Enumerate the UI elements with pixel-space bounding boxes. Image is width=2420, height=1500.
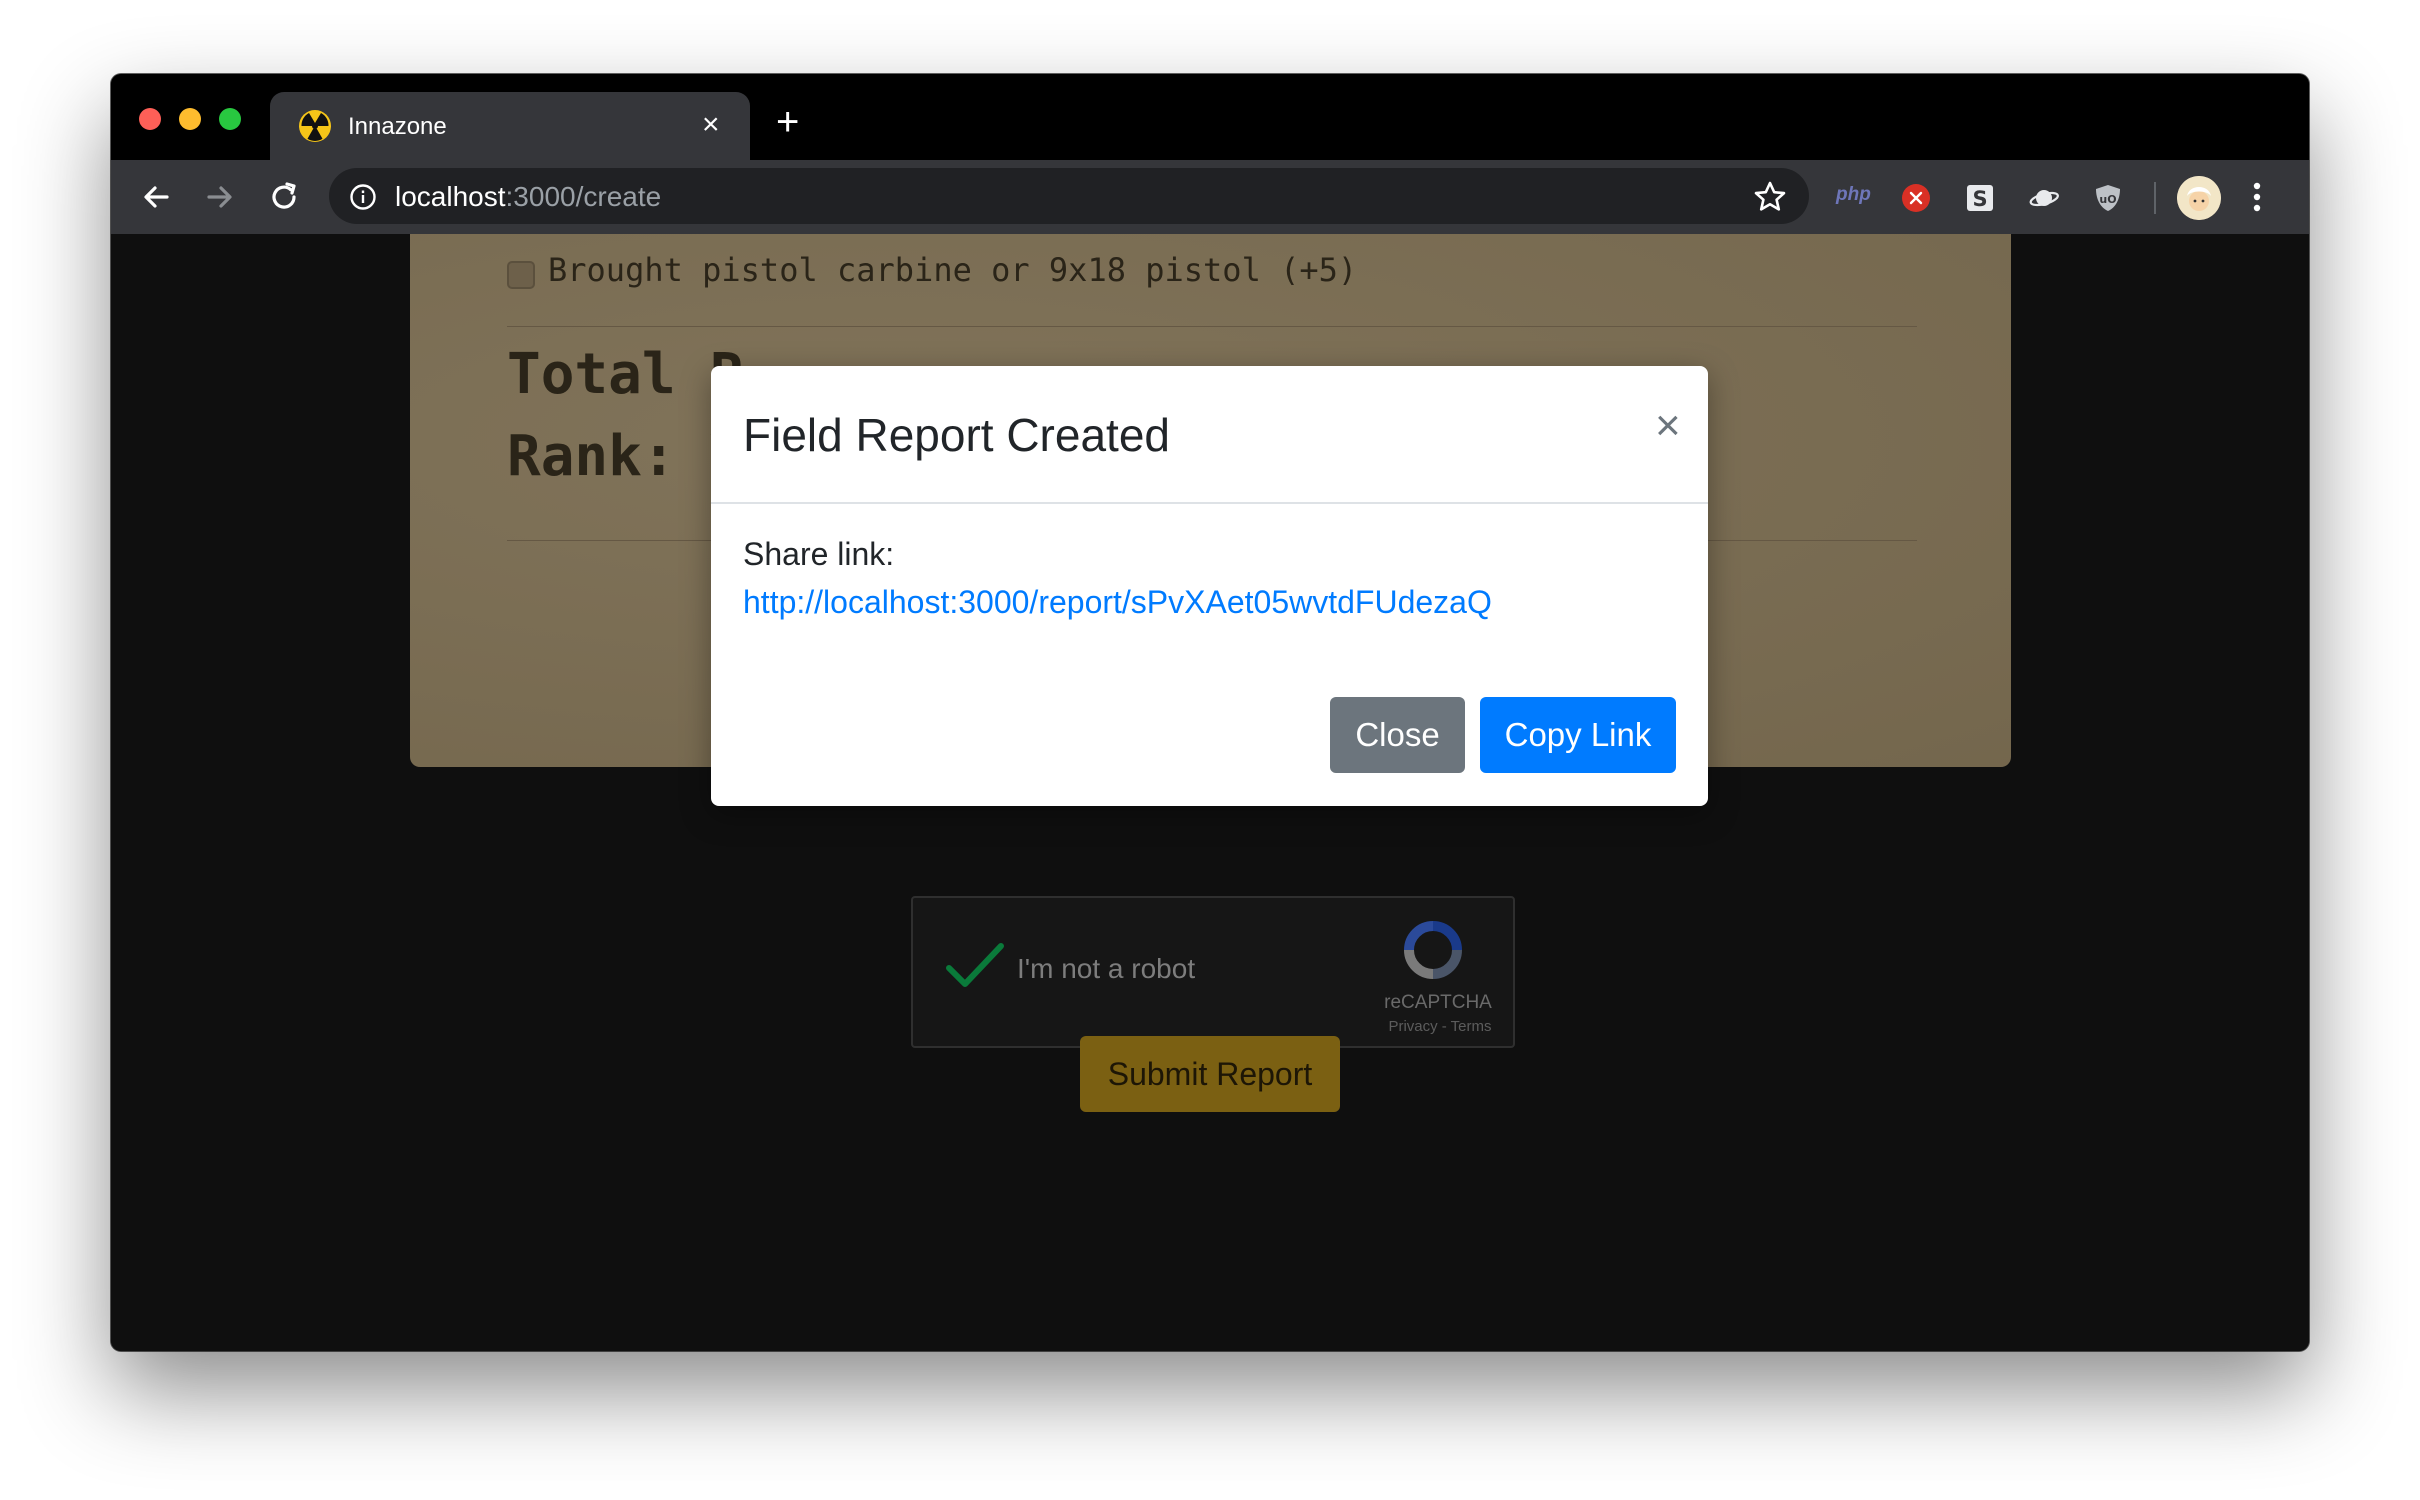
carbine-checkbox[interactable] — [507, 261, 535, 289]
profile-avatar-icon — [2177, 176, 2221, 220]
paper-divider — [507, 326, 1917, 327]
modal-close-icon[interactable]: × — [1655, 404, 1681, 448]
red-extension-icon[interactable] — [1900, 182, 1932, 214]
profile-avatar[interactable] — [2177, 176, 2221, 220]
saturn-extension-icon[interactable] — [2028, 182, 2060, 214]
bookmark-star-icon[interactable] — [1753, 180, 1787, 214]
field-report-modal: Field Report Created × Share link: http:… — [711, 366, 1708, 806]
php-extension-icon[interactable]: php — [1836, 184, 1871, 206]
svg-text:uO: uO — [2099, 193, 2116, 206]
modal-header: Field Report Created × — [711, 366, 1708, 504]
tab-innazone[interactable]: Innazone × — [270, 92, 750, 160]
recaptcha-label: I'm not a robot — [1017, 953, 1196, 984]
tab-strip: Innazone × + — [111, 74, 2309, 160]
recaptcha-brand: reCAPTCHA — [1384, 992, 1492, 1013]
forward-arrow-icon[interactable] — [201, 178, 239, 216]
checkmark-icon[interactable] — [945, 940, 1005, 992]
tab-title: Innazone — [348, 113, 447, 140]
copy-link-button[interactable]: Copy Link — [1480, 697, 1676, 773]
ublock-shield-icon[interactable]: uO — [2092, 182, 2124, 214]
s-extension-icon[interactable]: S — [1964, 182, 1996, 214]
recaptcha-widget: I'm not a robot reCAPTCHA Privacy - Term… — [911, 896, 1515, 1048]
submit-report-button[interactable]: Submit Report — [1080, 1036, 1340, 1112]
radiation-icon — [299, 110, 331, 142]
recaptcha-privacy-terms[interactable]: Privacy - Terms — [1375, 1018, 1505, 1035]
close-button[interactable]: Close — [1330, 697, 1465, 773]
svg-text:S: S — [1972, 187, 1987, 211]
window-close-button[interactable] — [139, 108, 161, 130]
url-text: localhost:3000/create — [395, 181, 661, 213]
browser-toolbar: localhost:3000/create php S uO — [111, 160, 2309, 234]
toolbar-divider — [2154, 182, 2156, 214]
checkbox-label: Brought pistol carbine or 9x18 pistol (+… — [548, 251, 1358, 289]
window-zoom-button[interactable] — [219, 108, 241, 130]
tab-close-icon[interactable]: × — [702, 108, 720, 142]
modal-title: Field Report Created — [743, 409, 1170, 461]
recaptcha-logo-icon — [1404, 921, 1462, 979]
page-content: Brought pistol carbine or 9x18 pistol (+… — [111, 234, 2309, 1351]
browser-window: Innazone × + localhost:3000/create php S… — [111, 74, 2309, 1351]
browser-menu-icon[interactable] — [2251, 180, 2263, 214]
address-bar[interactable]: localhost:3000/create — [329, 168, 1809, 224]
share-link-label: Share link: — [743, 536, 895, 572]
window-minimize-button[interactable] — [179, 108, 201, 130]
site-info-icon[interactable] — [349, 183, 377, 211]
url-host: localhost — [395, 181, 506, 212]
url-path: :3000/create — [505, 181, 662, 212]
share-link-url[interactable]: http://localhost:3000/report/sPvXAet05wv… — [743, 584, 1492, 621]
new-tab-button[interactable]: + — [776, 102, 799, 142]
total-points-label: Total P — [507, 342, 744, 407]
reload-icon[interactable] — [265, 178, 303, 216]
rank-label: Rank: V — [507, 424, 744, 489]
back-arrow-icon[interactable] — [137, 178, 175, 216]
